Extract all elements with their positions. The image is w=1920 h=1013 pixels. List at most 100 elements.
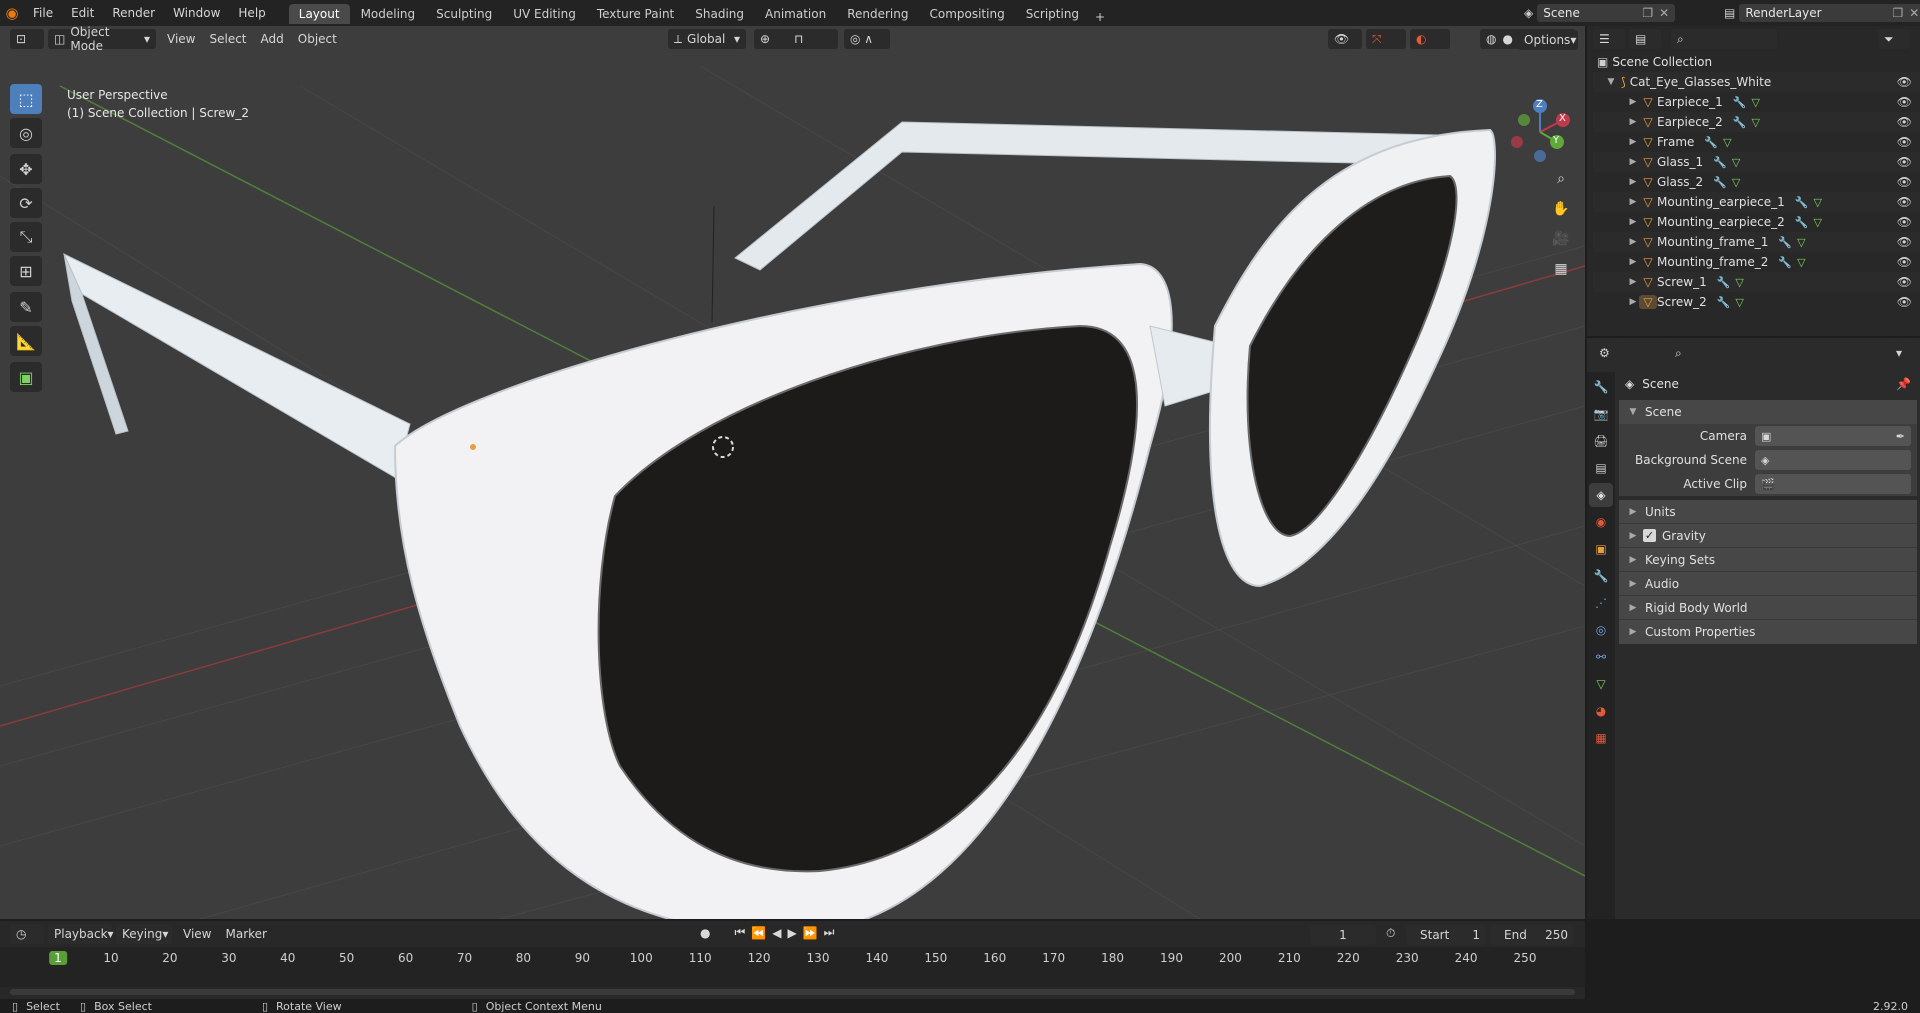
- select-box-tool[interactable]: ⬚: [10, 84, 42, 114]
- play-reverse-icon[interactable]: ◀: [772, 926, 781, 940]
- world-tab-icon[interactable]: ◉: [1589, 510, 1613, 534]
- menu-help[interactable]: Help: [229, 3, 274, 23]
- expand-right-icon[interactable]: ▶: [1627, 157, 1639, 167]
- solid-shading-icon[interactable]: ●: [1502, 32, 1512, 46]
- outliner-object-row[interactable]: ▶ ▽ Earpiece_1 🔧 ▽ 👁: [1593, 92, 1920, 112]
- start-frame-field[interactable]: Start 1: [1406, 925, 1486, 945]
- tab-layout[interactable]: Layout: [288, 4, 350, 24]
- current-frame-field[interactable]: 1: [1310, 925, 1376, 945]
- properties-editor-type[interactable]: ⚙: [1593, 343, 1625, 363]
- copy-icon[interactable]: ❐: [1642, 6, 1653, 20]
- playback-menu[interactable]: Playback ▾: [48, 924, 114, 944]
- end-frame-field[interactable]: End 250: [1490, 925, 1574, 945]
- rotate-tool[interactable]: ⟳: [10, 188, 42, 218]
- render-tab-icon[interactable]: 📷: [1589, 402, 1613, 426]
- annotate-tool[interactable]: ✎: [10, 292, 42, 322]
- menu-edit[interactable]: Edit: [62, 3, 103, 23]
- stopwatch-icon[interactable]: ⏱: [1386, 926, 1395, 941]
- outliner-object-row[interactable]: ▶ ▽ Mounting_earpiece_2 🔧 ▽ 👁: [1593, 212, 1920, 232]
- scene-tab-icon[interactable]: ◈: [1589, 483, 1613, 507]
- eye-icon[interactable]: 👁: [1897, 255, 1912, 269]
- menu-window[interactable]: Window: [164, 3, 229, 23]
- display-mode-button[interactable]: ▤: [1629, 29, 1661, 49]
- texture-tab-icon[interactable]: ▦: [1589, 726, 1613, 750]
- expand-right-icon[interactable]: ▶: [1627, 137, 1639, 147]
- outliner-object-row[interactable]: ▶ ▽ Mounting_earpiece_1 🔧 ▽ 👁: [1593, 192, 1920, 212]
- timeline-editor-type[interactable]: ◷: [10, 924, 44, 944]
- pin-icon[interactable]: 📌: [1896, 377, 1911, 391]
- viewport-menu-select[interactable]: Select: [202, 32, 253, 46]
- outliner-object-row[interactable]: ▶ ▽ Frame 🔧 ▽ 👁: [1593, 132, 1920, 152]
- scene-panel-header[interactable]: ▼ Scene: [1619, 400, 1917, 424]
- visibility-button[interactable]: 👁: [1328, 29, 1362, 49]
- mesh-data-icon[interactable]: ▽: [1814, 196, 1822, 209]
- gravity-checkbox[interactable]: ✓: [1643, 529, 1656, 542]
- expand-right-icon[interactable]: ▶: [1627, 217, 1639, 227]
- cursor-tool[interactable]: ◎: [10, 118, 42, 148]
- expand-right-icon[interactable]: ▶: [1627, 277, 1639, 287]
- keying-menu[interactable]: Keying ▾: [116, 924, 172, 944]
- viewport-scene[interactable]: [0, 26, 1585, 919]
- gizmo-toggle-button[interactable]: ⤧: [1366, 29, 1406, 49]
- overlays-toggle-button[interactable]: ◐: [1410, 29, 1450, 49]
- mesh-data-icon[interactable]: ▽: [1732, 156, 1740, 169]
- tab-compositing[interactable]: Compositing: [919, 4, 1014, 24]
- expand-right-icon[interactable]: ▶: [1627, 97, 1639, 107]
- view-layer-tab-icon[interactable]: ▤: [1589, 456, 1613, 480]
- mesh-data-icon[interactable]: ▽: [1797, 256, 1805, 269]
- outliner-search-input[interactable]: ⌕: [1671, 29, 1777, 49]
- mesh-data-icon[interactable]: ▽: [1735, 276, 1743, 289]
- units-panel-header[interactable]: ▶ Units: [1619, 500, 1917, 524]
- add-workspace-button[interactable]: +: [1090, 10, 1110, 24]
- eye-icon[interactable]: 👁: [1897, 135, 1912, 149]
- modifier-icon[interactable]: 🔧: [1795, 196, 1809, 209]
- mesh-data-icon[interactable]: ▽: [1732, 176, 1740, 189]
- mesh-data-icon[interactable]: ▽: [1752, 116, 1760, 129]
- filter-button[interactable]: ⏷: [1878, 29, 1910, 49]
- view-layer-selector[interactable]: ▤ RenderLayer ❐ ✕: [1724, 4, 1920, 22]
- viewport-menu-add[interactable]: Add: [254, 32, 291, 46]
- measure-tool[interactable]: 📐: [10, 326, 42, 356]
- properties-options-button[interactable]: ▾: [1890, 343, 1910, 363]
- mode-selector[interactable]: ◫ Object Mode ▾: [48, 26, 156, 53]
- modifier-icon[interactable]: 🔧: [1713, 176, 1727, 189]
- expand-down-icon[interactable]: ▼: [1605, 77, 1617, 87]
- play-icon[interactable]: ▶: [787, 926, 796, 940]
- zoom-icon[interactable]: ⌕: [1548, 166, 1574, 192]
- options-button[interactable]: Options ▾: [1518, 30, 1578, 50]
- camera-icon[interactable]: 🎥: [1548, 226, 1574, 252]
- tab-rendering[interactable]: Rendering: [837, 4, 918, 24]
- eyedropper-icon[interactable]: ✒: [1896, 430, 1905, 443]
- outliner-object-row[interactable]: ▶ ▽ Glass_1 🔧 ▽ 👁: [1593, 152, 1920, 172]
- add-cube-tool[interactable]: ▣: [10, 362, 42, 392]
- expand-right-icon[interactable]: ▶: [1627, 297, 1639, 307]
- modifier-icon[interactable]: 🔧: [1713, 156, 1727, 169]
- audio-panel-header[interactable]: ▶ Audio: [1619, 572, 1917, 596]
- mesh-data-icon[interactable]: ▽: [1797, 236, 1805, 249]
- copy-icon[interactable]: ❐: [1893, 6, 1904, 20]
- editor-type-button[interactable]: ⊡: [10, 29, 44, 49]
- eye-icon[interactable]: 👁: [1897, 275, 1912, 289]
- custom-properties-panel-header[interactable]: ▶ Custom Properties: [1619, 620, 1917, 644]
- close-icon[interactable]: ✕: [1659, 6, 1669, 20]
- modifier-icon[interactable]: 🔧: [1704, 136, 1718, 149]
- scale-tool[interactable]: ⤡: [10, 222, 42, 252]
- modifier-tab-icon[interactable]: 🔧: [1589, 564, 1613, 588]
- tab-scripting[interactable]: Scripting: [1016, 4, 1089, 24]
- tab-uv-editing[interactable]: UV Editing: [503, 4, 586, 24]
- keying-sets-panel-header[interactable]: ▶ Keying Sets: [1619, 548, 1917, 572]
- tab-sculpting[interactable]: Sculpting: [426, 4, 502, 24]
- particles-tab-icon[interactable]: ⋰: [1589, 591, 1613, 615]
- transform-orientation-selector[interactable]: ⟂ Global ▾: [668, 29, 746, 49]
- snap-button[interactable]: ⊓: [788, 29, 838, 49]
- next-keyframe-icon[interactable]: ⏩: [803, 926, 818, 940]
- outliner-object-row[interactable]: ▶ ▽ Mounting_frame_1 🔧 ▽ 👁: [1593, 232, 1920, 252]
- wireframe-shading-icon[interactable]: ◍: [1486, 32, 1496, 46]
- mesh-data-icon[interactable]: ▽: [1723, 136, 1731, 149]
- outliner-object-row-active[interactable]: ▶ ▽ Screw_2 🔧 ▽ 👁: [1593, 292, 1920, 312]
- gravity-panel-header[interactable]: ▶ ✓ Gravity: [1619, 524, 1917, 548]
- eye-icon[interactable]: 👁: [1897, 155, 1912, 169]
- pan-hand-icon[interactable]: ✋: [1548, 196, 1574, 222]
- scene-selector[interactable]: ◈ Scene ❐ ✕: [1524, 4, 1676, 22]
- physics-tab-icon[interactable]: ◎: [1589, 618, 1613, 642]
